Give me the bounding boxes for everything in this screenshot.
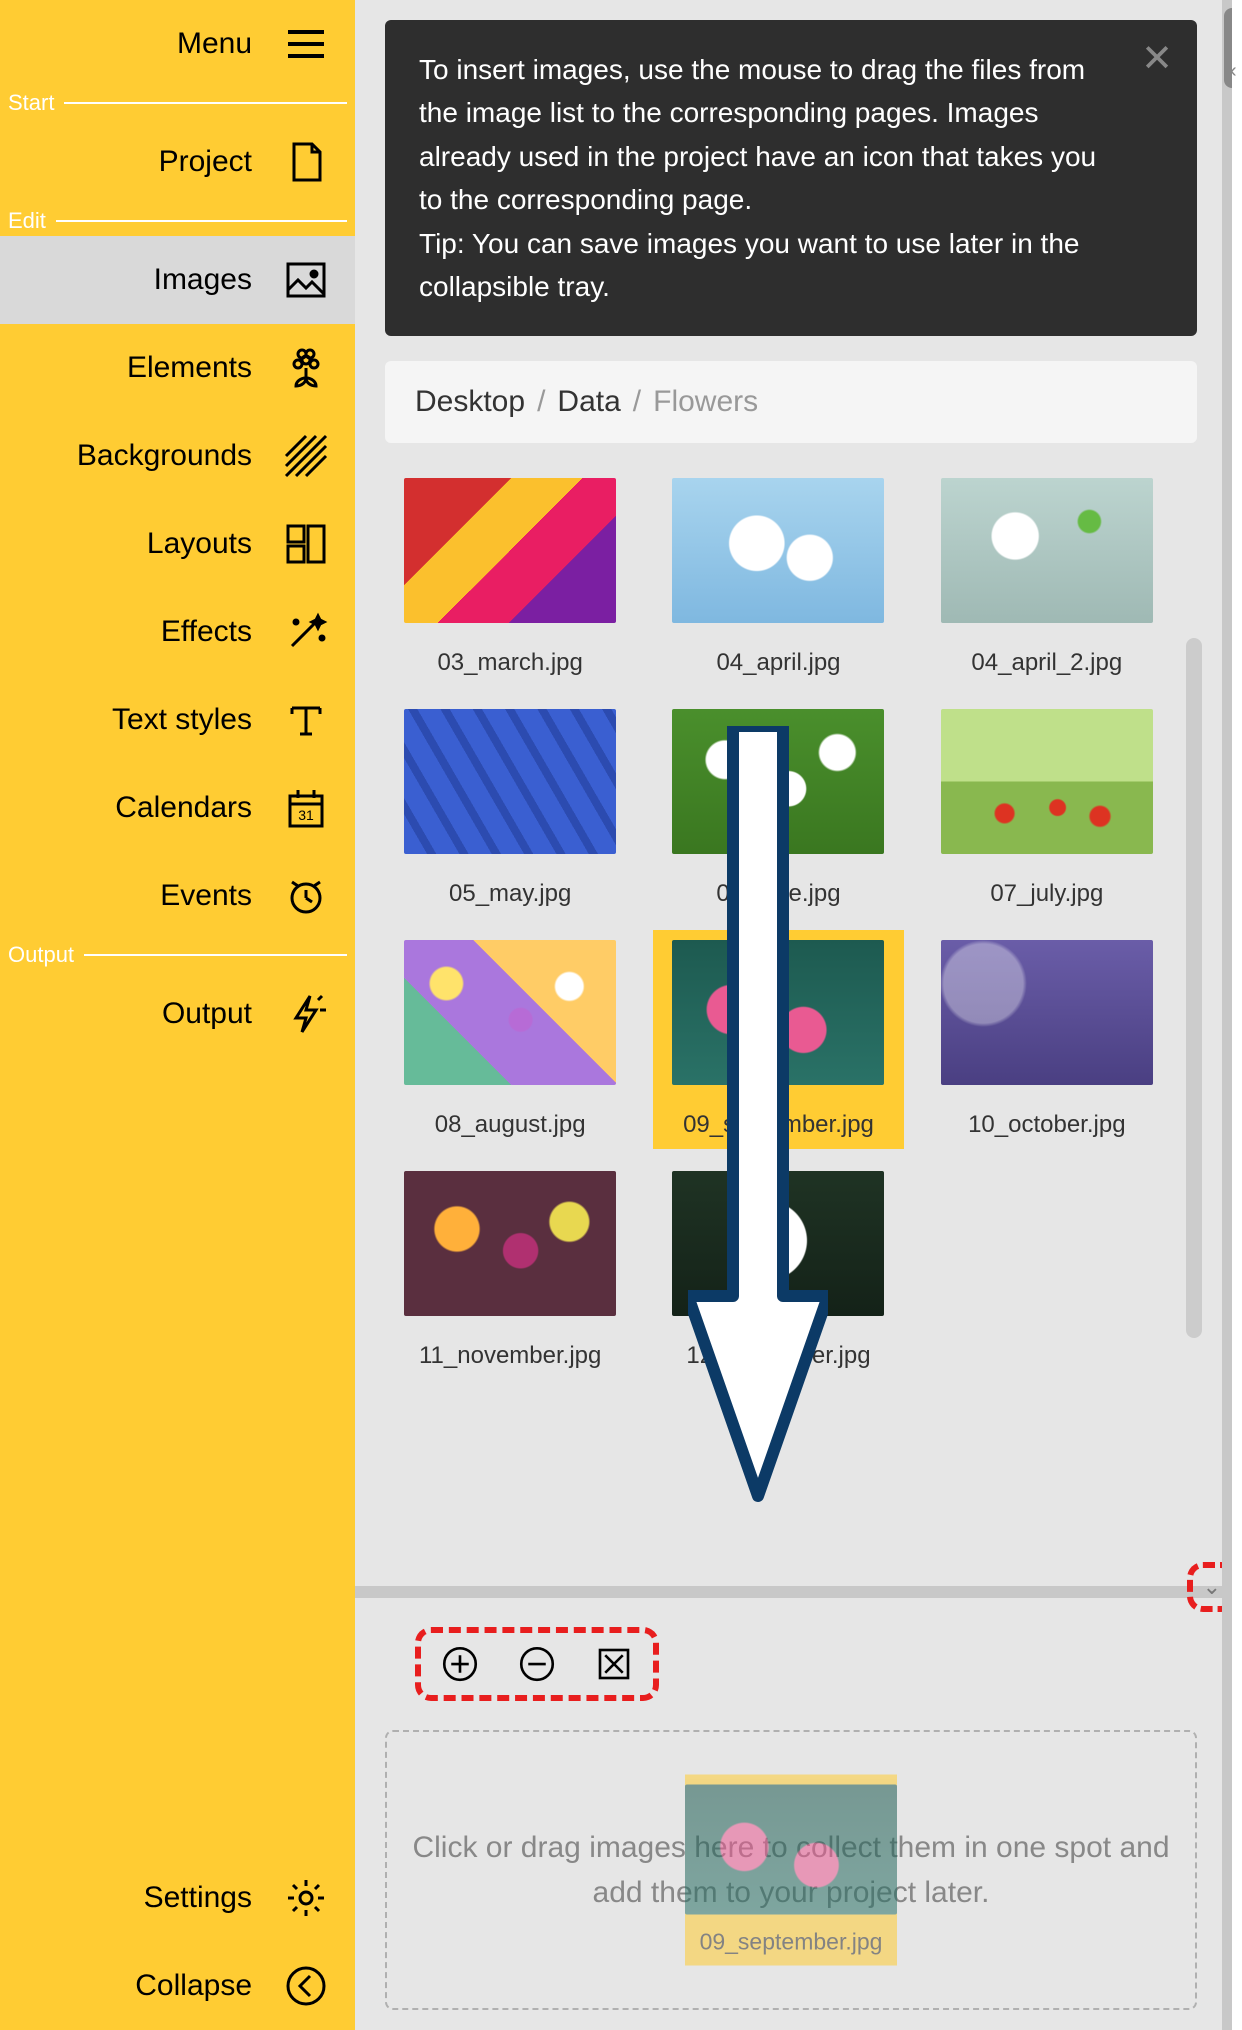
text-icon: [282, 696, 330, 744]
tray-dropzone[interactable]: Click or drag images here to collect the…: [385, 1730, 1197, 2010]
crumb-flowers[interactable]: Flowers: [653, 385, 758, 419]
image-tile[interactable]: 06_june.jpg: [653, 699, 903, 918]
layouts-icon: [282, 520, 330, 568]
gallery-area: 03_march.jpg 04_april.jpg 04_april_2.jpg 05…: [385, 468, 1197, 1561]
image-thumbnail: [404, 1171, 616, 1316]
sidebar-item-collapse[interactable]: Collapse: [0, 1942, 355, 2030]
image-filename: 12_december.jpg: [686, 1342, 870, 1370]
tray-add-button[interactable]: [439, 1643, 481, 1685]
chevron-left-circle-icon: [282, 1962, 330, 2010]
sidebar-item-events[interactable]: Events: [0, 852, 355, 940]
image-thumbnail: [404, 478, 616, 623]
breadcrumb: Desktop / Data / Flowers: [385, 361, 1197, 443]
image-filename: 04_april_2.jpg: [971, 649, 1122, 677]
tray-controls-highlight: [415, 1627, 659, 1701]
flower-icon: [282, 344, 330, 392]
image-thumbnail: [672, 940, 884, 1085]
section-edit: Edit: [0, 212, 355, 230]
image-tile[interactable]: 03_march.jpg: [385, 468, 635, 687]
help-tooltip: To insert images, use the mouse to drag …: [385, 20, 1197, 336]
image-thumbnail: [941, 709, 1153, 854]
section-start: Start: [0, 94, 355, 112]
drag-ghost: 09_september.jpg: [685, 1775, 897, 1966]
tray-clear-button[interactable]: [593, 1643, 635, 1685]
image-tile[interactable]: 08_august.jpg: [385, 930, 635, 1149]
calendar-icon: 31: [282, 784, 330, 832]
image-gallery: 03_march.jpg 04_april.jpg 04_april_2.jpg 05…: [385, 468, 1197, 1561]
image-filename: 04_april.jpg: [716, 649, 840, 677]
sidebar-item-calendars[interactable]: Calendars 31: [0, 764, 355, 852]
image-thumbnail: [672, 478, 884, 623]
image-filename: 05_may.jpg: [449, 880, 571, 908]
help-text: To insert images, use the mouse to drag …: [419, 54, 1096, 302]
image-thumbnail: [404, 940, 616, 1085]
drag-ghost-caption: 09_september.jpg: [700, 1929, 883, 1956]
chevron-down-icon: ⌄: [1203, 1574, 1221, 1599]
file-icon: [282, 138, 330, 186]
tray-remove-button[interactable]: [516, 1643, 558, 1685]
image-filename: 03_march.jpg: [437, 649, 582, 677]
main-panel: To insert images, use the mouse to drag …: [355, 0, 1222, 2030]
image-thumbnail: [941, 940, 1153, 1085]
image-tile[interactable]: 07_july.jpg: [922, 699, 1172, 918]
sidebar-item-output[interactable]: Output: [0, 970, 355, 1058]
image-tile[interactable]: 11_november.jpg: [385, 1161, 635, 1380]
sidebar-item-project[interactable]: Project: [0, 118, 355, 206]
image-thumbnail: [941, 478, 1153, 623]
image-filename: 10_october.jpg: [968, 1111, 1125, 1139]
close-icon[interactable]: ✕: [1141, 40, 1173, 78]
hatch-icon: [282, 432, 330, 480]
crumb-desktop[interactable]: Desktop: [415, 385, 525, 419]
sidebar-item-elements[interactable]: Elements: [0, 324, 355, 412]
menu-button[interactable]: Menu: [0, 0, 355, 88]
menu-label: Menu: [177, 27, 252, 61]
image-icon: [282, 256, 330, 304]
image-filename: 08_august.jpg: [435, 1111, 586, 1139]
image-thumbnail: [404, 709, 616, 854]
sidebar-item-images[interactable]: Images: [0, 236, 355, 324]
sidebar-item-settings[interactable]: Settings: [0, 1854, 355, 1942]
image-tile[interactable]: 04_april.jpg: [653, 468, 903, 687]
sidebar-item-text-styles[interactable]: Text styles: [0, 676, 355, 764]
image-filename: 11_november.jpg: [419, 1342, 601, 1370]
right-panel-handle[interactable]: [1232, 0, 1242, 2030]
image-filename: 06_june.jpg: [716, 880, 840, 908]
tray-controls: [385, 1623, 1197, 1705]
alarm-clock-icon: [282, 872, 330, 920]
hamburger-icon: [282, 20, 330, 68]
gear-icon: [282, 1874, 330, 1922]
drag-ghost-thumb: [685, 1785, 897, 1915]
sidebar-item-backgrounds[interactable]: Backgrounds: [0, 412, 355, 500]
image-tile[interactable]: 10_october.jpg: [922, 930, 1172, 1149]
sidebar: Menu Start Project Edit Images Elements …: [0, 0, 355, 2030]
sidebar-item-effects[interactable]: Effects: [0, 588, 355, 676]
magic-wand-icon: [282, 608, 330, 656]
gallery-scrollbar[interactable]: [1186, 638, 1202, 1338]
svg-text:31: 31: [298, 807, 314, 823]
sidebar-item-layouts[interactable]: Layouts: [0, 500, 355, 588]
image-filename: 09_september.jpg: [683, 1111, 874, 1139]
image-tile[interactable]: 09_september.jpg: [653, 930, 903, 1149]
tray-divider[interactable]: ⌄: [355, 1586, 1222, 1598]
image-tile[interactable]: 05_may.jpg: [385, 699, 635, 918]
image-tile[interactable]: 12_december.jpg: [653, 1161, 903, 1380]
image-thumbnail: [672, 1171, 884, 1316]
section-output: Output: [0, 946, 355, 964]
image-tile[interactable]: 04_april_2.jpg: [922, 468, 1172, 687]
crumb-data[interactable]: Data: [557, 385, 620, 419]
image-thumbnail: [672, 709, 884, 854]
image-filename: 07_july.jpg: [990, 880, 1103, 908]
spark-icon: [282, 990, 330, 1038]
